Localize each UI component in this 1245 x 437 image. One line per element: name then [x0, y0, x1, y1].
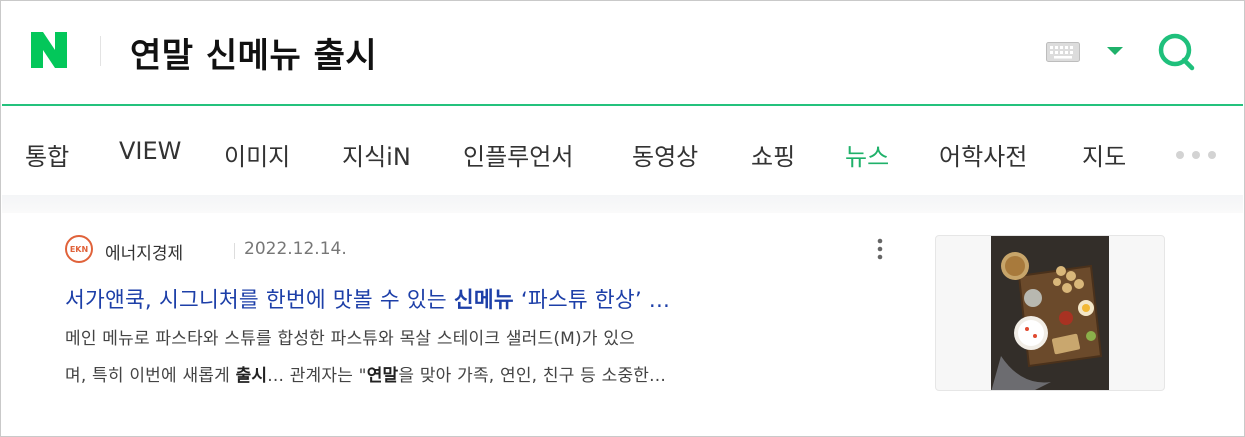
news-snippet-line2: 며, 특히 이번에 새롭게 출시... 관계자는 "연말을 맞아 가족, 연인,…: [65, 361, 885, 386]
tab-shopping[interactable]: 쇼핑: [751, 137, 795, 172]
snippet-highlight: 연말: [366, 366, 399, 386]
news-title-link[interactable]: 서가앤쿡, 시그니처를 한번에 맛볼 수 있는 신메뉴 ‘파스튜 한상’ ...: [65, 283, 885, 314]
tab-dictionary[interactable]: 어학사전: [939, 137, 1027, 172]
tab-news[interactable]: 뉴스: [845, 137, 889, 172]
caret-down-icon[interactable]: [1106, 46, 1124, 56]
search-tabs: 통합 VIEW 이미지 지식iN 인플루언서 동영상 쇼핑 뉴스 어학사전 지도: [2, 107, 1243, 195]
source-divider: [234, 243, 235, 259]
source-logo[interactable]: EKN: [65, 235, 93, 263]
tab-integrated[interactable]: 통합: [25, 137, 69, 172]
news-thumbnail[interactable]: [935, 235, 1165, 391]
search-results-frame: 연말 신메뉴 출시 통합 VIEW 이미지 지식iN 인플루언서 동영상 쇼핑 …: [0, 0, 1245, 437]
snippet-text: 을 맞아 가족, 연인, 친구 등 소중한...: [398, 366, 666, 386]
naver-logo-icon[interactable]: [28, 29, 70, 71]
title-highlight: 신메뉴: [453, 288, 514, 313]
news-source[interactable]: 에너지경제: [105, 239, 183, 264]
header-divider: [100, 36, 101, 66]
tab-video[interactable]: 동영상: [632, 137, 698, 172]
news-result-item: EKN 에너지경제 2022.12.14. 서가앤쿡, 시그니처를 한번에 맛볼…: [2, 213, 1243, 436]
search-icon[interactable]: [1155, 30, 1199, 74]
tab-knowledge-in[interactable]: 지식iN: [342, 137, 411, 172]
tab-influencer[interactable]: 인플루언서: [463, 137, 573, 172]
more-dots-icon[interactable]: [1175, 150, 1217, 160]
title-text-end: ‘파스튜 한상’ ...: [513, 288, 671, 313]
snippet-highlight: 출시: [235, 366, 268, 386]
tab-map[interactable]: 지도: [1082, 137, 1126, 172]
tab-images[interactable]: 이미지: [224, 137, 290, 172]
keyboard-icon[interactable]: [1046, 42, 1080, 62]
snippet-text: 며, 특히 이번에 새롭게: [65, 366, 236, 386]
section-gap: [2, 195, 1243, 213]
kebab-menu-icon[interactable]: [876, 237, 884, 261]
news-snippet-line1: 메인 메뉴로 파스타와 스튜를 합성한 파스튜와 목살 스테이크 샐러드(M)가…: [65, 329, 636, 349]
search-header: 연말 신메뉴 출시: [2, 2, 1243, 106]
title-text: 서가앤쿡, 시그니처를 한번에 맛볼 수 있는: [65, 288, 454, 313]
snippet-text: ... 관계자는 ": [267, 366, 367, 386]
food-platter-thumbnail-icon: [991, 236, 1109, 390]
search-query-text[interactable]: 연말 신메뉴 출시: [130, 28, 377, 77]
news-date: 2022.12.14.: [244, 239, 347, 259]
tab-view[interactable]: VIEW: [119, 137, 181, 165]
